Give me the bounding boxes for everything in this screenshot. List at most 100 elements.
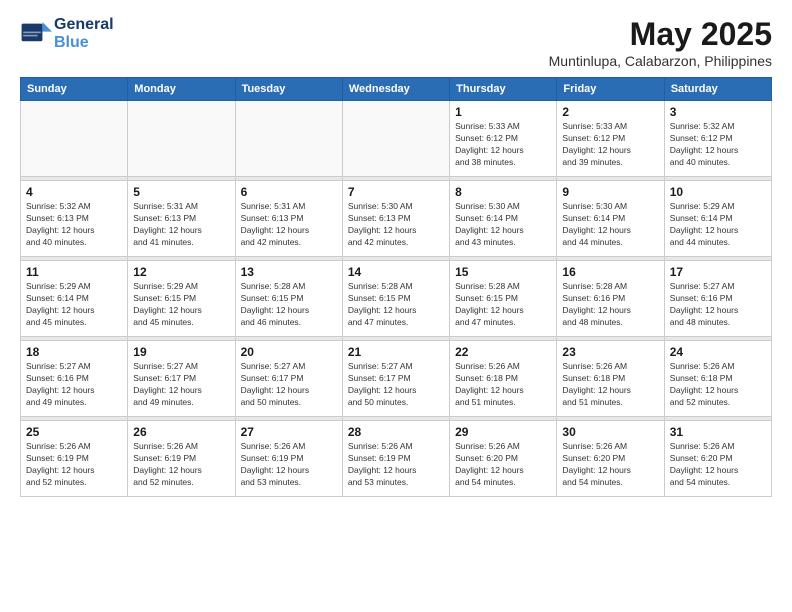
day-info: Sunrise: 5:27 AM Sunset: 6:17 PM Dayligh… xyxy=(241,361,337,409)
calendar-week-row: 11 Sunrise: 5:29 AM Sunset: 6:14 PM Dayli… xyxy=(21,261,772,337)
day-number: 24 xyxy=(670,345,766,359)
table-row: 15Sunrise: 5:28 AM Sunset: 6:15 PM Dayli… xyxy=(450,261,557,337)
day-number: 20 xyxy=(241,345,337,359)
day-number: 22 xyxy=(455,345,551,359)
day-number: 4 xyxy=(26,185,122,199)
table-row: 30 Sunrise: 5:26 AM Sunset: 6:20 PM Dayli… xyxy=(557,421,664,497)
table-row: 11 Sunrise: 5:29 AM Sunset: 6:14 PM Dayli… xyxy=(21,261,128,337)
calendar-header-row: Sunday Monday Tuesday Wednesday Thursday… xyxy=(21,78,772,101)
table-row: 26 Sunrise: 5:26 AM Sunset: 6:19 PM Dayli… xyxy=(128,421,235,497)
header-saturday: Saturday xyxy=(664,78,771,101)
day-info: Sunrise: 5:33 AM Sunset: 6:12 PM Dayligh… xyxy=(455,121,551,169)
day-number: 19 xyxy=(133,345,229,359)
day-info: Sunrise: 5:28 AM Sunset: 6:15 PM Dayligh… xyxy=(348,281,444,329)
page: General Blue May 2025 Muntinlupa, Calaba… xyxy=(0,0,792,612)
table-row: 27 Sunrise: 5:26 AM Sunset: 6:19 PM Dayli… xyxy=(235,421,342,497)
day-info: Sunrise: 5:28 AM Sunset: 6:15 PM Dayligh… xyxy=(241,281,337,329)
day-info: Sunrise: 5:28 AM Sunset: 6:16 PM Dayligh… xyxy=(562,281,658,329)
day-info: Sunrise: 5:30 AM Sunset: 6:14 PM Dayligh… xyxy=(455,201,551,249)
day-number: 27 xyxy=(241,425,337,439)
header-wednesday: Wednesday xyxy=(342,78,449,101)
table-row: 25 Sunrise: 5:26 AM Sunset: 6:19 PM Dayli… xyxy=(21,421,128,497)
day-info: Sunrise: 5:29 AM Sunset: 6:15 PM Dayligh… xyxy=(133,281,229,329)
day-info: Sunrise: 5:31 AM Sunset: 6:13 PM Dayligh… xyxy=(241,201,337,249)
day-info: Sunrise: 5:28 AM Sunset: 6:15 PM Dayligh… xyxy=(455,281,551,329)
table-row: 5Sunrise: 5:31 AM Sunset: 6:13 PM Daylig… xyxy=(128,181,235,257)
day-number: 17 xyxy=(670,265,766,279)
header-sunday: Sunday xyxy=(21,78,128,101)
table-row xyxy=(235,101,342,177)
table-row: 16Sunrise: 5:28 AM Sunset: 6:16 PM Dayli… xyxy=(557,261,664,337)
day-number: 11 xyxy=(26,265,122,279)
day-number: 25 xyxy=(26,425,122,439)
header-friday: Friday xyxy=(557,78,664,101)
day-number: 12 xyxy=(133,265,229,279)
day-info: Sunrise: 5:26 AM Sunset: 6:19 PM Dayligh… xyxy=(26,441,122,489)
day-number: 28 xyxy=(348,425,444,439)
day-info: Sunrise: 5:32 AM Sunset: 6:12 PM Dayligh… xyxy=(670,121,766,169)
day-number: 26 xyxy=(133,425,229,439)
table-row: 24 Sunrise: 5:26 AM Sunset: 6:18 PM Dayli… xyxy=(664,341,771,417)
table-row: 9 Sunrise: 5:30 AM Sunset: 6:14 PM Daylig… xyxy=(557,181,664,257)
day-number: 14 xyxy=(348,265,444,279)
day-info: Sunrise: 5:26 AM Sunset: 6:19 PM Dayligh… xyxy=(133,441,229,489)
day-info: Sunrise: 5:31 AM Sunset: 6:13 PM Dayligh… xyxy=(133,201,229,249)
day-info: Sunrise: 5:26 AM Sunset: 6:18 PM Dayligh… xyxy=(670,361,766,409)
table-row: 14 Sunrise: 5:28 AM Sunset: 6:15 PM Dayli… xyxy=(342,261,449,337)
table-row: 29 Sunrise: 5:26 AM Sunset: 6:20 PM Dayli… xyxy=(450,421,557,497)
day-info: Sunrise: 5:29 AM Sunset: 6:14 PM Dayligh… xyxy=(670,201,766,249)
table-row: 7 Sunrise: 5:30 AM Sunset: 6:13 PM Daylig… xyxy=(342,181,449,257)
calendar-week-row: 1 Sunrise: 5:33 AM Sunset: 6:12 PM Daylig… xyxy=(21,101,772,177)
table-row: 1 Sunrise: 5:33 AM Sunset: 6:12 PM Daylig… xyxy=(450,101,557,177)
header-tuesday: Tuesday xyxy=(235,78,342,101)
header-thursday: Thursday xyxy=(450,78,557,101)
day-number: 29 xyxy=(455,425,551,439)
table-row: 28Sunrise: 5:26 AM Sunset: 6:19 PM Dayli… xyxy=(342,421,449,497)
table-row: 18 Sunrise: 5:27 AM Sunset: 6:16 PM Dayli… xyxy=(21,341,128,417)
day-number: 30 xyxy=(562,425,658,439)
table-row: 12 Sunrise: 5:29 AM Sunset: 6:15 PM Dayli… xyxy=(128,261,235,337)
day-number: 8 xyxy=(455,185,551,199)
table-row: 20 Sunrise: 5:27 AM Sunset: 6:17 PM Dayli… xyxy=(235,341,342,417)
table-row: 19Sunrise: 5:27 AM Sunset: 6:17 PM Dayli… xyxy=(128,341,235,417)
day-info: Sunrise: 5:27 AM Sunset: 6:17 PM Dayligh… xyxy=(348,361,444,409)
table-row: 22 Sunrise: 5:26 AM Sunset: 6:18 PM Dayli… xyxy=(450,341,557,417)
table-row: 17 Sunrise: 5:27 AM Sunset: 6:16 PM Dayli… xyxy=(664,261,771,337)
table-row: 13Sunrise: 5:28 AM Sunset: 6:15 PM Dayli… xyxy=(235,261,342,337)
day-info: Sunrise: 5:32 AM Sunset: 6:13 PM Dayligh… xyxy=(26,201,122,249)
day-info: Sunrise: 5:26 AM Sunset: 6:18 PM Dayligh… xyxy=(562,361,658,409)
day-info: Sunrise: 5:26 AM Sunset: 6:20 PM Dayligh… xyxy=(670,441,766,489)
table-row xyxy=(128,101,235,177)
calendar-week-row: 4 Sunrise: 5:32 AM Sunset: 6:13 PM Daylig… xyxy=(21,181,772,257)
day-info: Sunrise: 5:26 AM Sunset: 6:20 PM Dayligh… xyxy=(455,441,551,489)
table-row: 3 Sunrise: 5:32 AM Sunset: 6:12 PM Daylig… xyxy=(664,101,771,177)
day-info: Sunrise: 5:26 AM Sunset: 6:19 PM Dayligh… xyxy=(241,441,337,489)
day-info: Sunrise: 5:26 AM Sunset: 6:18 PM Dayligh… xyxy=(455,361,551,409)
logo-icon xyxy=(20,20,52,48)
day-info: Sunrise: 5:33 AM Sunset: 6:12 PM Dayligh… xyxy=(562,121,658,169)
table-row: 23Sunrise: 5:26 AM Sunset: 6:18 PM Dayli… xyxy=(557,341,664,417)
table-row: 10Sunrise: 5:29 AM Sunset: 6:14 PM Dayli… xyxy=(664,181,771,257)
month-year: May 2025 xyxy=(549,16,772,53)
table-row: 2Sunrise: 5:33 AM Sunset: 6:12 PM Daylig… xyxy=(557,101,664,177)
day-number: 9 xyxy=(562,185,658,199)
day-number: 3 xyxy=(670,105,766,119)
day-info: Sunrise: 5:27 AM Sunset: 6:16 PM Dayligh… xyxy=(26,361,122,409)
day-info: Sunrise: 5:27 AM Sunset: 6:16 PM Dayligh… xyxy=(670,281,766,329)
title-block: May 2025 Muntinlupa, Calabarzon, Philipp… xyxy=(549,16,772,69)
calendar-week-row: 18 Sunrise: 5:27 AM Sunset: 6:16 PM Dayli… xyxy=(21,341,772,417)
logo-text: General Blue xyxy=(54,16,114,51)
table-row: 31Sunrise: 5:26 AM Sunset: 6:20 PM Dayli… xyxy=(664,421,771,497)
table-row xyxy=(21,101,128,177)
day-info: Sunrise: 5:30 AM Sunset: 6:13 PM Dayligh… xyxy=(348,201,444,249)
day-info: Sunrise: 5:26 AM Sunset: 6:20 PM Dayligh… xyxy=(562,441,658,489)
day-number: 18 xyxy=(26,345,122,359)
day-info: Sunrise: 5:30 AM Sunset: 6:14 PM Dayligh… xyxy=(562,201,658,249)
table-row: 4 Sunrise: 5:32 AM Sunset: 6:13 PM Daylig… xyxy=(21,181,128,257)
day-number: 1 xyxy=(455,105,551,119)
day-number: 7 xyxy=(348,185,444,199)
day-number: 6 xyxy=(241,185,337,199)
day-info: Sunrise: 5:29 AM Sunset: 6:14 PM Dayligh… xyxy=(26,281,122,329)
logo: General Blue xyxy=(20,16,114,51)
day-number: 21 xyxy=(348,345,444,359)
